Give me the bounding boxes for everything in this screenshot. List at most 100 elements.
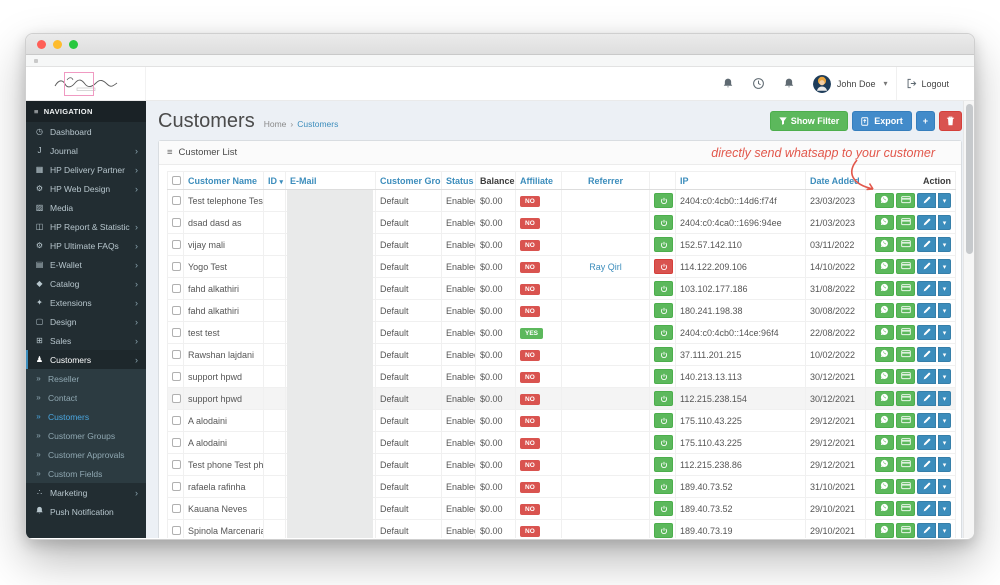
logout-button[interactable]: Logout xyxy=(896,67,958,100)
whatsapp-button[interactable] xyxy=(875,325,894,340)
row-checkbox[interactable] xyxy=(172,438,181,447)
column-header-id[interactable]: ID ▾ xyxy=(263,171,286,190)
wallet-button[interactable] xyxy=(896,413,915,428)
whatsapp-button[interactable] xyxy=(875,391,894,406)
edit-button[interactable] xyxy=(917,325,936,340)
sidebar-subitem-custom-fields[interactable]: » Custom Fields xyxy=(26,464,146,483)
sidebar-item-journal[interactable]: J Journal › xyxy=(26,141,146,160)
whatsapp-button[interactable] xyxy=(875,369,894,384)
sidebar-item-sales[interactable]: ⊞ Sales › xyxy=(26,331,146,350)
row-checkbox[interactable] xyxy=(172,328,181,337)
edit-button[interactable] xyxy=(917,479,936,494)
row-checkbox[interactable] xyxy=(172,306,181,315)
whatsapp-button[interactable] xyxy=(875,479,894,494)
login-store-button[interactable] xyxy=(654,501,673,516)
dropdown-toggle-button[interactable]: ▾ xyxy=(938,193,951,208)
row-checkbox[interactable] xyxy=(172,284,181,293)
login-store-button[interactable] xyxy=(654,259,673,274)
select-all-checkbox[interactable] xyxy=(172,176,181,185)
login-store-button[interactable] xyxy=(654,523,673,538)
login-store-button[interactable] xyxy=(654,391,673,406)
whatsapp-button[interactable] xyxy=(875,237,894,252)
edit-button[interactable] xyxy=(917,501,936,516)
add-customer-button[interactable]: + xyxy=(915,111,935,131)
sidebar-item-media[interactable]: ▨ Media xyxy=(26,198,146,217)
history-button[interactable] xyxy=(743,67,774,100)
edit-button[interactable] xyxy=(917,193,936,208)
scrollbar-thumb[interactable] xyxy=(966,104,973,254)
sidebar-item-e-wallet[interactable]: ▤ E-Wallet › xyxy=(26,255,146,274)
dropdown-toggle-button[interactable]: ▾ xyxy=(938,413,951,428)
delete-button[interactable] xyxy=(939,111,962,131)
column-header-ip[interactable]: IP xyxy=(675,171,806,190)
column-header-referrer[interactable]: Referrer xyxy=(561,171,650,190)
sidebar-subitem-reseller[interactable]: » Reseller xyxy=(26,369,146,388)
show-filter-button[interactable]: Show Filter xyxy=(769,111,849,131)
dropdown-toggle-button[interactable]: ▾ xyxy=(938,259,951,274)
breadcrumb-home-link[interactable]: Home xyxy=(264,119,287,129)
dropdown-toggle-button[interactable]: ▾ xyxy=(938,523,951,538)
row-checkbox[interactable] xyxy=(172,482,181,491)
sidebar-item-hp-web-design[interactable]: ⚙ HP Web Design › xyxy=(26,179,146,198)
row-checkbox[interactable] xyxy=(172,350,181,359)
row-checkbox[interactable] xyxy=(172,372,181,381)
login-store-button[interactable] xyxy=(654,303,673,318)
edit-button[interactable] xyxy=(917,281,936,296)
column-header-e-mail[interactable]: E-Mail xyxy=(285,171,376,190)
sidebar-item-dashboard[interactable]: ◷ Dashboard xyxy=(26,122,146,141)
dropdown-toggle-button[interactable]: ▾ xyxy=(938,303,951,318)
sidebar-item-push-notification[interactable]: Push Notification xyxy=(26,502,146,521)
dropdown-toggle-button[interactable]: ▾ xyxy=(938,347,951,362)
sidebar-item-hp-report-statistic[interactable]: ◫ HP Report & Statistic › xyxy=(26,217,146,236)
whatsapp-button[interactable] xyxy=(875,259,894,274)
login-store-button[interactable] xyxy=(654,479,673,494)
dropdown-toggle-button[interactable]: ▾ xyxy=(938,435,951,450)
page-scrollbar[interactable] xyxy=(963,101,974,538)
login-store-button[interactable] xyxy=(654,347,673,362)
sidebar-item-hp-delivery-partner[interactable]: ▦ HP Delivery Partner › xyxy=(26,160,146,179)
wallet-button[interactable] xyxy=(896,215,915,230)
edit-button[interactable] xyxy=(917,457,936,472)
dropdown-toggle-button[interactable]: ▾ xyxy=(938,281,951,296)
login-store-button[interactable] xyxy=(654,435,673,450)
wallet-button[interactable] xyxy=(896,259,915,274)
wallet-button[interactable] xyxy=(896,435,915,450)
sidebar-item-extensions[interactable]: ✦ Extensions › xyxy=(26,293,146,312)
row-checkbox[interactable] xyxy=(172,460,181,469)
login-store-button[interactable] xyxy=(654,369,673,384)
edit-button[interactable] xyxy=(917,259,936,274)
column-header-affiliate[interactable]: Affiliate xyxy=(515,171,562,190)
column-header-status[interactable]: Status xyxy=(441,171,476,190)
row-checkbox[interactable] xyxy=(172,504,181,513)
wallet-button[interactable] xyxy=(896,303,915,318)
dropdown-toggle-button[interactable]: ▾ xyxy=(938,391,951,406)
whatsapp-button[interactable] xyxy=(875,215,894,230)
edit-button[interactable] xyxy=(917,523,936,538)
sidebar-subitem-customer-approvals[interactable]: » Customer Approvals xyxy=(26,445,146,464)
row-checkbox[interactable] xyxy=(172,416,181,425)
whatsapp-button[interactable] xyxy=(875,413,894,428)
whatsapp-button[interactable] xyxy=(875,435,894,450)
login-store-button[interactable] xyxy=(654,237,673,252)
sidebar-item-customers[interactable]: ♟ Customers › xyxy=(26,350,146,369)
login-store-button[interactable] xyxy=(654,457,673,472)
dropdown-toggle-button[interactable]: ▾ xyxy=(938,479,951,494)
wallet-button[interactable] xyxy=(896,237,915,252)
user-menu[interactable]: John Doe ▾ xyxy=(804,67,897,100)
whatsapp-button[interactable] xyxy=(875,281,894,296)
wallet-button[interactable] xyxy=(896,347,915,362)
sidebar-item-catalog[interactable]: ◆ Catalog › xyxy=(26,274,146,293)
referrer-link[interactable]: Ray Qirl xyxy=(589,262,622,272)
whatsapp-button[interactable] xyxy=(875,523,894,538)
edit-button[interactable] xyxy=(917,347,936,362)
edit-button[interactable] xyxy=(917,237,936,252)
row-checkbox[interactable] xyxy=(172,218,181,227)
minimize-window-button[interactable] xyxy=(53,39,62,49)
whatsapp-button[interactable] xyxy=(875,457,894,472)
wallet-button[interactable] xyxy=(896,193,915,208)
wallet-button[interactable] xyxy=(896,501,915,516)
wallet-button[interactable] xyxy=(896,457,915,472)
wallet-button[interactable] xyxy=(896,479,915,494)
sidebar-subitem-customers[interactable]: » Customers xyxy=(26,407,146,426)
wallet-button[interactable] xyxy=(896,523,915,538)
